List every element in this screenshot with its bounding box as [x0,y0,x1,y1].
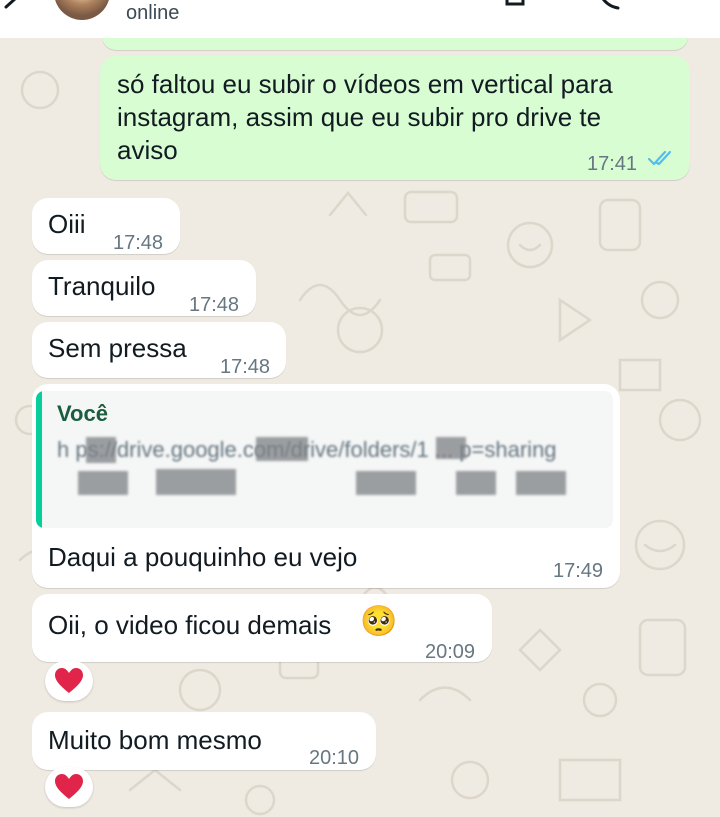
heart-reaction[interactable] [45,661,93,701]
pleading-face-emoji: 🥺 [360,605,398,638]
contact-avatar[interactable] [54,0,110,20]
message-text-line: só faltou eu subir o vídeos em vertical … [117,69,613,99]
incoming-message[interactable]: Tranquilo 17:48 [32,260,256,316]
message-text: Muito bom mesmo [48,725,262,755]
redaction-blur [516,471,566,495]
quote-author: Você [57,401,108,426]
redaction-blur [86,437,116,463]
read-receipt-icon [647,150,672,166]
incoming-message[interactable]: Sem pressa 17:48 [32,322,286,378]
outgoing-message[interactable]: só faltou eu subir o vídeos em vertical … [100,56,690,180]
message-time: 20:09 [425,641,476,663]
heart-reaction[interactable] [45,767,93,807]
message-time: 17:48 [189,294,240,316]
message-text-line: instagram, assim que eu subir pro drive … [117,102,602,132]
voice-call-icon[interactable] [596,0,624,12]
quoted-link-text: h ps://drive.google.com/drive/folders/1 … [57,437,557,462]
redaction-blur [356,471,416,495]
quoted-message[interactable]: Você h ps://drive.google.com/drive/folde… [36,391,613,528]
message-time: 17:49 [553,560,604,582]
message-text: Oii, o video ficou demais [48,610,332,640]
quote-accent-bar [36,391,42,528]
message-text: Tranquilo [48,271,156,301]
redaction-blur [436,437,466,459]
message-text: Sem pressa [48,333,187,363]
message-text-line: aviso [117,135,178,165]
message-time: 17:48 [113,232,164,254]
more-options-icon[interactable] [672,0,700,12]
redaction-blur [456,471,496,495]
chat-header: online [0,0,720,38]
message-text: Oiii [48,209,86,239]
contact-status: online [126,2,180,24]
incoming-message[interactable]: Oii, o video ficou demais 🥺 20:09 [32,594,492,663]
message-time: 17:41 [587,153,638,175]
message-time: 20:10 [309,747,360,769]
incoming-message[interactable]: Muito bom mesmo 20:10 [32,712,376,770]
redaction-blur [256,437,308,461]
message-list: só faltou eu subir o vídeos em vertical … [0,0,720,817]
heart-icon [55,774,83,799]
back-arrow-icon[interactable] [0,0,22,18]
incoming-message[interactable]: Oiii 17:48 [32,198,180,254]
redaction-blur [156,469,236,495]
heart-icon [55,668,83,693]
message-text: Daqui a pouquinho eu vejo [48,542,358,572]
video-call-icon[interactable] [504,0,532,12]
redaction-blur [78,471,128,495]
message-time: 17:48 [220,356,271,378]
